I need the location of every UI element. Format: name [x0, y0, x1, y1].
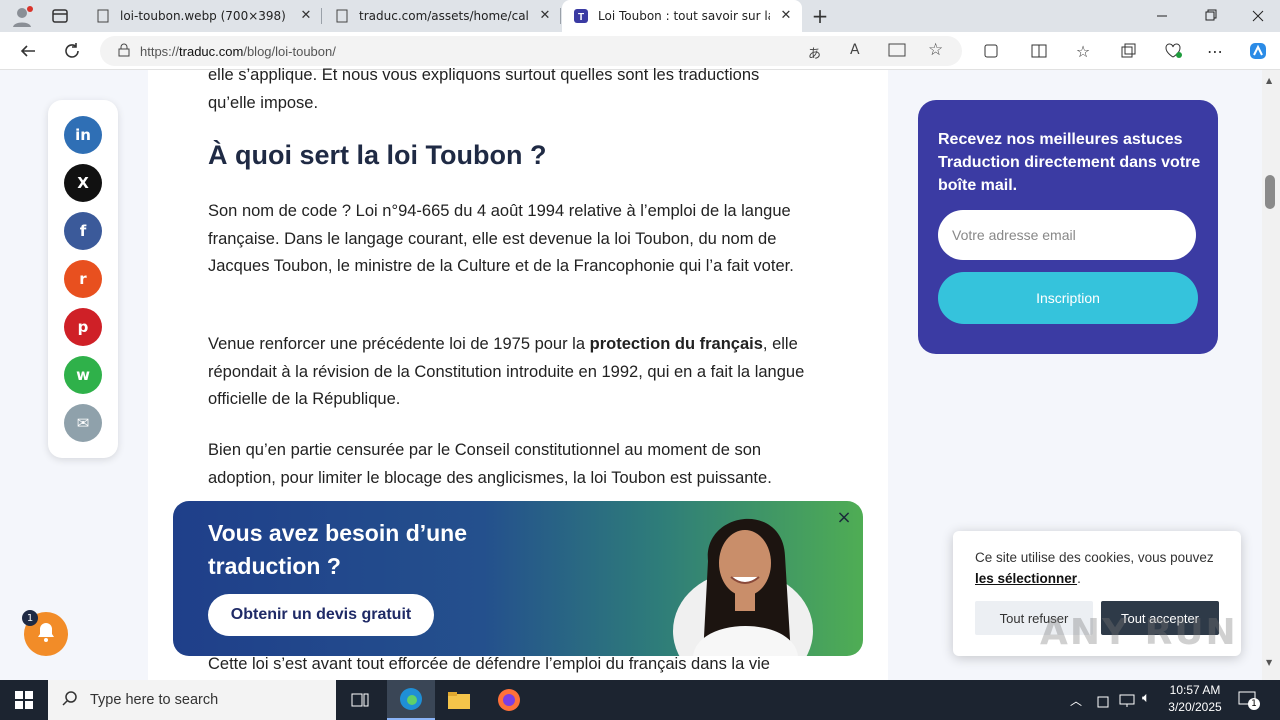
- facebook-share-button[interactable]: f: [64, 212, 102, 250]
- subscribe-button[interactable]: Inscription: [938, 272, 1198, 324]
- taskbar-search-box[interactable]: Type here to search: [48, 680, 336, 720]
- refresh-icon[interactable]: [57, 36, 87, 66]
- copilot-icon[interactable]: [1243, 36, 1273, 66]
- newsletter-title: Recevez nos meilleures astuces Traductio…: [938, 131, 1201, 194]
- task-view-icon[interactable]: [336, 680, 384, 720]
- split-screen-icon[interactable]: [1024, 36, 1054, 66]
- close-banner-icon[interactable]: ×: [835, 509, 853, 527]
- search-icon: [62, 690, 78, 710]
- close-tab-icon[interactable]: ✕: [298, 8, 314, 24]
- windows-start-icon[interactable]: [0, 680, 48, 720]
- linkedin-share-button[interactable]: in: [64, 116, 102, 154]
- traduc-logo-icon: T: [574, 9, 588, 23]
- show-hidden-icons-icon[interactable]: ︿: [1070, 692, 1082, 709]
- reddit-share-button[interactable]: r: [64, 260, 102, 298]
- tab-image[interactable]: loi-toubon.webp (700×398) ✕: [84, 0, 322, 32]
- facebook-icon: f: [79, 222, 87, 240]
- email-share-button[interactable]: ✉: [64, 404, 102, 442]
- tab-calendar[interactable]: traduc.com/assets/home/calend ✕: [323, 0, 561, 32]
- browser-essentials-icon[interactable]: [1158, 36, 1188, 66]
- volume-icon[interactable]: 🔈︎: [1142, 690, 1150, 706]
- whatsapp-icon: w: [76, 366, 90, 384]
- system-clock[interactable]: 10:57 AM 3/20/2025: [1162, 682, 1228, 716]
- new-tab-icon[interactable]: +: [810, 6, 830, 26]
- free-quote-button[interactable]: Obtenir un devis gratuit: [208, 594, 434, 636]
- profile-icon[interactable]: [10, 4, 34, 28]
- network-icon[interactable]: [1119, 692, 1135, 712]
- more-menu-icon[interactable]: ⋯: [1200, 36, 1230, 66]
- lock-icon[interactable]: [118, 42, 130, 61]
- collections-icon[interactable]: [1113, 36, 1143, 66]
- social-share-bar: in X f r p w ✉: [48, 100, 118, 458]
- action-center-badge: 1: [1248, 698, 1260, 710]
- clock-time: 10:57 AM: [1169, 683, 1221, 697]
- anyrun-watermark: ANY RUN: [1040, 612, 1238, 653]
- favorite-star-icon[interactable]: ☆: [928, 40, 943, 60]
- page-scrollbar[interactable]: ▲ ▼: [1262, 70, 1280, 680]
- restore-icon[interactable]: [1198, 8, 1222, 24]
- paragraph-1: Son nom de code ? Loi n°94-665 du 4 août…: [208, 202, 794, 275]
- tab-title: loi-toubon.webp (700×398): [120, 9, 286, 23]
- document-icon: [96, 9, 110, 23]
- bell-icon: [35, 621, 57, 647]
- whatsapp-share-button[interactable]: w: [64, 356, 102, 394]
- close-tab-icon[interactable]: ✕: [778, 8, 794, 24]
- tab-title: traduc.com/assets/home/calend: [359, 9, 529, 23]
- back-icon[interactable]: [13, 36, 43, 66]
- newsletter-box: Recevez nos meilleures astuces Traductio…: [918, 100, 1218, 354]
- tab-loi-toubon[interactable]: T Loi Toubon : tout savoir sur la tra ✕: [562, 0, 802, 32]
- notification-count-badge: 1: [22, 610, 38, 626]
- tab-title: Loi Toubon : tout savoir sur la tra: [598, 9, 770, 23]
- intro-paragraph: elle s’applique. Et nous vous expliquons…: [208, 66, 760, 112]
- action-center-icon[interactable]: 1: [1238, 690, 1260, 710]
- read-aloud-icon[interactable]: A: [850, 42, 860, 58]
- section-heading: À quoi sert la loi Toubon ?: [208, 140, 547, 170]
- protection-link[interactable]: protection du français: [590, 335, 763, 353]
- paragraph-2: Venue renforcer une précédente loi de 19…: [208, 335, 805, 408]
- url-text[interactable]: https://traduc.com/blog/loi-toubon/: [140, 44, 336, 59]
- security-tray-icon[interactable]: [1096, 692, 1110, 712]
- document-icon: [335, 9, 349, 23]
- immersive-reader-icon[interactable]: [888, 42, 906, 62]
- edge-taskbar-icon[interactable]: [387, 680, 435, 720]
- x-share-button[interactable]: X: [64, 164, 102, 202]
- search-placeholder: Type here to search: [90, 692, 219, 708]
- minimize-icon[interactable]: [1150, 8, 1174, 24]
- browser-window: loi-toubon.webp (700×398) ✕ traduc.com/a…: [0, 0, 1280, 720]
- paragraph-3: Bien qu’en partie censurée par le Consei…: [208, 441, 772, 487]
- x-icon: X: [77, 174, 89, 192]
- clock-date: 3/20/2025: [1168, 700, 1222, 714]
- scrollbar-thumb[interactable]: [1265, 175, 1275, 209]
- close-window-icon[interactable]: [1246, 8, 1270, 24]
- reddit-icon: r: [79, 270, 87, 288]
- scroll-down-icon[interactable]: ▼: [1266, 658, 1272, 667]
- tab-actions-icon[interactable]: [52, 8, 68, 24]
- firefox-icon[interactable]: [485, 680, 533, 720]
- email-icon: ✉: [76, 414, 90, 432]
- file-explorer-icon[interactable]: [435, 680, 483, 720]
- favorites-icon[interactable]: ☆: [1068, 36, 1098, 66]
- notification-bell-button[interactable]: 1: [22, 610, 68, 656]
- scroll-up-icon[interactable]: ▲: [1266, 76, 1272, 85]
- cookie-text: Ce site utilise des cookies, vous pouvez…: [975, 550, 1214, 586]
- extensions-icon[interactable]: [976, 36, 1006, 66]
- taskbar: Type here to search ︿ 🔈︎ 10:57 AM 3/20/2…: [0, 680, 1280, 720]
- quote-banner: Vous avez besoin d’une traduction ? Obte…: [173, 501, 863, 656]
- close-tab-icon[interactable]: ✕: [537, 8, 553, 24]
- svg-text:T: T: [578, 12, 584, 23]
- tab-bar: loi-toubon.webp (700×398) ✕ traduc.com/a…: [0, 0, 1280, 32]
- translate-icon[interactable]: あ: [808, 43, 821, 62]
- cookie-settings-link[interactable]: les sélectionner: [975, 571, 1077, 586]
- pinterest-icon: p: [77, 318, 89, 336]
- pinterest-share-button[interactable]: p: [64, 308, 102, 346]
- banner-title: Vous avez besoin d’une traduction ?: [208, 520, 468, 579]
- linkedin-icon: in: [75, 126, 91, 144]
- newsletter-email-input[interactable]: [938, 210, 1196, 260]
